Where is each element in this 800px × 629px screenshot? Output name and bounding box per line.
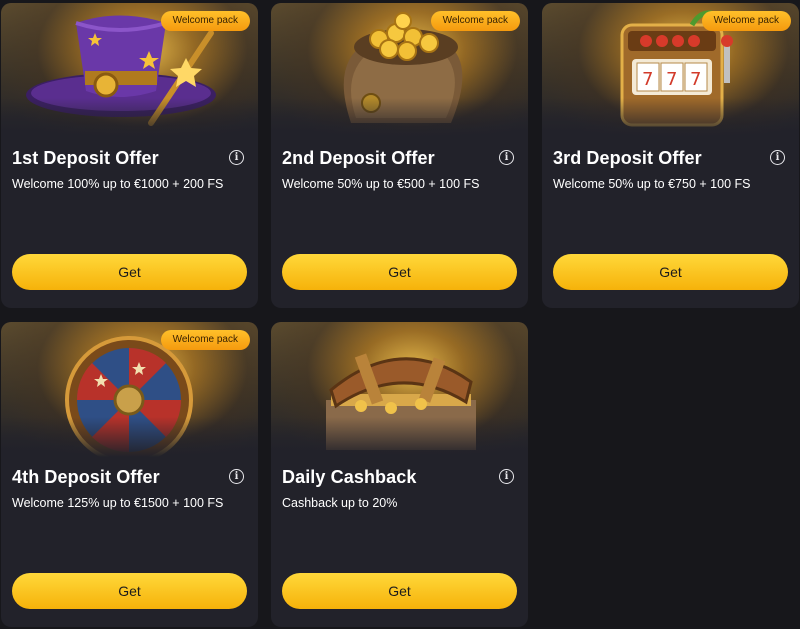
svg-text:7: 7 (642, 69, 653, 90)
offer-description: Welcome 100% up to €1000 + 200 FS (12, 177, 224, 191)
welcome-pack-badge: Welcome pack (430, 11, 520, 31)
offers-grid: Welcome pack 1st Deposit Offer i Welcome… (0, 0, 800, 629)
welcome-pack-badge: Welcome pack (160, 11, 250, 31)
offer-card-daily-cashback: Daily Cashback i Cashback up to 20% Get (271, 322, 528, 627)
get-button[interactable]: Get (282, 573, 517, 609)
offer-title: 4th Deposit Offer (12, 467, 160, 487)
offer-card-4th-deposit: Welcome pack 4th Deposit Offer i Welcome… (1, 322, 258, 627)
get-button[interactable]: Get (553, 254, 788, 290)
treasure-chest-illustration (271, 322, 528, 457)
svg-text:7: 7 (690, 69, 701, 90)
offer-description: Cashback up to 20% (282, 496, 398, 510)
offer-title: 3rd Deposit Offer (553, 148, 702, 168)
offer-card-3rd-deposit: 7 7 7 Welcome pack 3rd Deposit Offer i W… (542, 3, 799, 308)
offer-description: Welcome 125% up to €1500 + 100 FS (12, 496, 224, 510)
get-button[interactable]: Get (12, 254, 247, 290)
offer-title: 1st Deposit Offer (12, 148, 159, 168)
info-icon[interactable]: i (499, 150, 514, 165)
get-button[interactable]: Get (12, 573, 247, 609)
info-icon[interactable]: i (229, 150, 244, 165)
info-icon[interactable]: i (770, 150, 785, 165)
welcome-pack-badge: Welcome pack (701, 11, 791, 31)
offer-description: Welcome 50% up to €750 + 100 FS (553, 177, 751, 191)
offer-card-2nd-deposit: Welcome pack 2nd Deposit Offer i Welcome… (271, 3, 528, 308)
offer-title: 2nd Deposit Offer (282, 148, 435, 168)
get-button[interactable]: Get (282, 254, 517, 290)
welcome-pack-badge: Welcome pack (160, 330, 250, 350)
info-icon[interactable]: i (499, 469, 514, 484)
offer-card-1st-deposit: Welcome pack 1st Deposit Offer i Welcome… (1, 3, 258, 308)
offer-title: Daily Cashback (282, 467, 417, 487)
info-icon[interactable]: i (229, 469, 244, 484)
svg-text:7: 7 (666, 69, 677, 90)
offer-description: Welcome 50% up to €500 + 100 FS (282, 177, 480, 191)
